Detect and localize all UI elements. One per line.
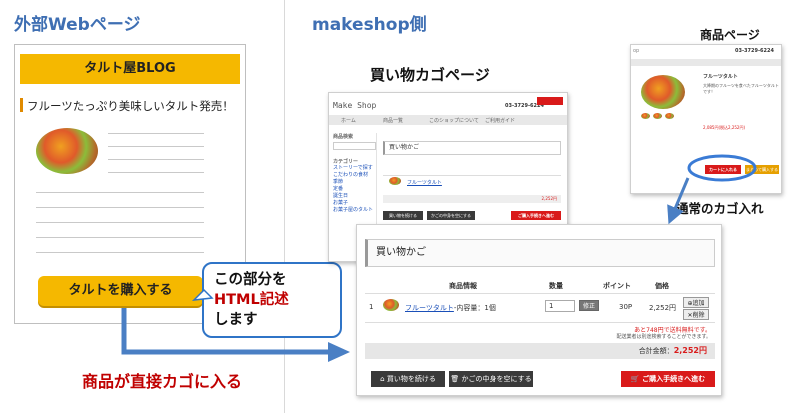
direct-flow-arrowhead (328, 342, 350, 362)
callout-pointer (191, 288, 214, 301)
direct-flow-arrow (121, 308, 330, 355)
normal-cart-arrow (667, 177, 690, 225)
flow-arrows (121, 154, 757, 362)
cart-button-highlight (687, 154, 757, 182)
